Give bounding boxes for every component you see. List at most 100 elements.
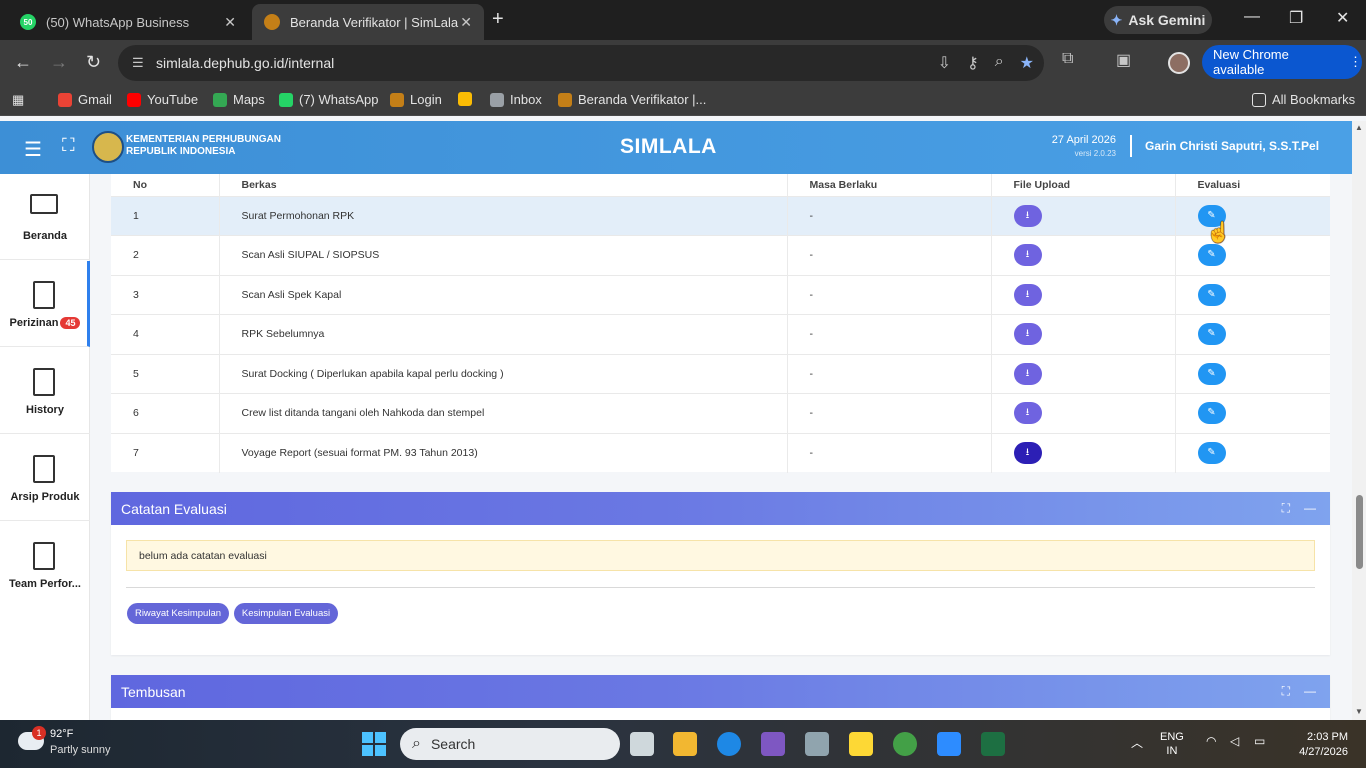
collapse-icon[interactable]: — xyxy=(1304,501,1316,516)
site-settings-icon[interactable]: ☰ xyxy=(132,55,144,71)
tab-whatsapp-business[interactable]: 50 (50) WhatsApp Business ✕ xyxy=(8,4,248,40)
volume-icon[interactable]: ◁ xyxy=(1230,734,1239,748)
bookmark-gmail[interactable]: Gmail xyxy=(58,92,112,107)
collapse-icon[interactable]: — xyxy=(1304,684,1316,699)
zoom-app-icon[interactable] xyxy=(937,732,961,756)
tab-simlala[interactable]: Beranda Verifikator | SimLala ✕ xyxy=(252,4,484,40)
camera-icon[interactable] xyxy=(805,732,829,756)
bookmark-inbox[interactable]: Inbox xyxy=(490,92,542,107)
tab-close-icon[interactable]: ✕ xyxy=(224,14,236,31)
document-icon xyxy=(33,281,55,309)
edge-icon[interactable] xyxy=(717,732,741,756)
bookmark-beranda-verifikator[interactable]: Beranda Verifikator |... xyxy=(558,92,706,107)
tembusan-card: Tembusan ⛶ — xyxy=(111,675,1330,720)
file-upload-cell: ⭳ xyxy=(991,235,1176,275)
bookmark-maps[interactable]: Maps xyxy=(213,92,265,107)
expand-icon[interactable]: ⛶ xyxy=(1282,501,1290,516)
simlala-favicon-icon xyxy=(264,14,280,30)
extensions-icon[interactable]: ⧉ xyxy=(1062,50,1073,68)
profile-avatar[interactable] xyxy=(1168,52,1190,74)
expand-icon[interactable]: ⛶ xyxy=(1282,684,1290,699)
edit-evaluasi-button[interactable]: ✎ xyxy=(1197,323,1226,346)
task-view-icon[interactable] xyxy=(630,732,654,756)
new-tab-button[interactable]: + xyxy=(492,8,504,31)
riwayat-kesimpulan-button[interactable]: Riwayat Kesimpulan xyxy=(127,603,229,624)
kesimpulan-evaluasi-button[interactable]: Kesimpulan Evaluasi xyxy=(234,603,338,624)
minimize-button[interactable]: — xyxy=(1244,8,1260,26)
download-button[interactable]: ⭳ xyxy=(1013,244,1042,267)
maximize-button[interactable]: ❐ xyxy=(1289,8,1303,28)
bookmark-star-icon[interactable]: ★ xyxy=(1020,53,1034,73)
fullscreen-icon[interactable]: ⛶ xyxy=(62,135,75,156)
kemenhub-logo xyxy=(92,131,124,163)
bookmark-login[interactable]: Login xyxy=(390,92,442,107)
card-title: Catatan Evaluasi xyxy=(121,500,227,517)
header-divider xyxy=(1130,135,1132,157)
tab-search-icon[interactable]: ▣ xyxy=(1116,50,1131,70)
address-bar[interactable]: ☰ simlala.dephub.go.id/internal ⇩ ⚷ ⌕ ★ xyxy=(118,45,1044,81)
apps-grid-icon[interactable]: ▦ xyxy=(12,92,24,108)
forward-arrow-icon[interactable]: → xyxy=(50,52,68,73)
battery-icon[interactable]: ▭ xyxy=(1254,734,1265,748)
edit-evaluasi-button[interactable]: ✎ xyxy=(1197,362,1226,385)
whatsapp-business-icon: 50 xyxy=(20,14,36,30)
edit-evaluasi-button[interactable]: ✎ xyxy=(1197,442,1226,464)
all-bookmarks[interactable]: All Bookmarks xyxy=(1252,92,1355,107)
bookmark-whatsapp[interactable]: (7) WhatsApp xyxy=(279,92,378,107)
divider xyxy=(126,587,1315,588)
monitor-icon xyxy=(30,194,58,214)
download-button[interactable]: ⭳ xyxy=(1013,442,1042,464)
ask-gemini-button[interactable]: ✦ Ask Gemini xyxy=(1104,6,1212,34)
scroll-down-arrow-icon[interactable]: ▼ xyxy=(1355,707,1363,716)
berkas-name: Surat Docking ( Diperlukan apabila kapal… xyxy=(219,353,788,394)
language-indicator[interactable]: ENG IN xyxy=(1160,730,1184,758)
pinwheel-icon xyxy=(458,92,472,106)
system-clock[interactable]: 2:03 PM 4/27/2026 xyxy=(1280,730,1348,760)
back-arrow-icon[interactable]: ← xyxy=(14,52,32,73)
download-button[interactable]: ⭳ xyxy=(1013,402,1042,425)
reload-icon[interactable]: ↻ xyxy=(86,52,101,73)
document-icon xyxy=(33,542,55,570)
sidebar-item-beranda[interactable]: Beranda xyxy=(0,174,90,260)
browser-toolbar: ← → ↻ ☰ simlala.dephub.go.id/internal ⇩ … xyxy=(0,40,1366,86)
excel-icon[interactable] xyxy=(981,732,1005,756)
scrollbar-thumb[interactable] xyxy=(1356,495,1363,569)
page-scrollbar[interactable]: ▲ ▼ xyxy=(1352,121,1366,720)
bookmark-pinwheel[interactable] xyxy=(458,92,478,106)
download-button[interactable]: ⭳ xyxy=(1013,362,1042,385)
sidebar-item-history[interactable]: History xyxy=(0,348,90,434)
tab-close-icon[interactable]: ✕ xyxy=(460,14,472,31)
wifi-icon[interactable]: ◠ xyxy=(1206,734,1216,748)
sidebar-item-label: Team Perfor... xyxy=(9,578,81,590)
edit-evaluasi-button[interactable]: ✎ xyxy=(1197,402,1226,425)
search-icon: ⌕ xyxy=(412,735,421,752)
scroll-up-arrow-icon[interactable]: ▲ xyxy=(1355,123,1363,132)
sidebar-item-arsip-produk[interactable]: Arsip Produk xyxy=(0,435,90,521)
windows-start-icon[interactable] xyxy=(362,732,386,756)
new-chrome-available-button[interactable]: New Chrome available ⋮ xyxy=(1202,45,1362,79)
sticky-notes-icon[interactable] xyxy=(849,732,873,756)
download-button[interactable]: ⭳ xyxy=(1013,323,1042,346)
close-window-button[interactable]: ✕ xyxy=(1336,8,1349,28)
table-row: 4 RPK Sebelumnya - ⭳ ✎ xyxy=(111,314,1330,354)
hamburger-menu-icon[interactable]: ☰ xyxy=(24,137,42,162)
tab-title: (50) WhatsApp Business xyxy=(46,14,190,30)
zoom-icon[interactable]: ⌕ xyxy=(995,53,1004,73)
download-button[interactable]: ⭳ xyxy=(1013,204,1042,227)
file-explorer-icon[interactable] xyxy=(673,732,697,756)
edit-evaluasi-button[interactable]: ✎ xyxy=(1197,244,1226,267)
download-button[interactable]: ⭳ xyxy=(1013,283,1042,306)
file-upload-cell: ⭳ xyxy=(991,353,1176,394)
sidebar-item-perizinan[interactable]: Perizinan 45 xyxy=(0,261,90,347)
sidebar-item-team-performance[interactable]: Team Perfor... xyxy=(0,522,90,608)
copilot-icon[interactable] xyxy=(761,732,785,756)
password-key-icon[interactable]: ⚷ xyxy=(967,53,979,73)
sidebar-item-label: Arsip Produk xyxy=(10,491,80,503)
install-app-icon[interactable]: ⇩ xyxy=(938,53,951,73)
bookmark-youtube[interactable]: YouTube xyxy=(127,92,198,107)
taskbar-search[interactable]: ⌕ Search xyxy=(400,728,620,760)
user-name[interactable]: Garin Christi Saputri, S.S.T.Pel xyxy=(1145,139,1319,153)
chrome-icon[interactable] xyxy=(893,732,917,756)
edit-evaluasi-button[interactable]: ✎ xyxy=(1197,283,1226,306)
show-hidden-icons-icon[interactable]: ︿ xyxy=(1131,734,1143,751)
